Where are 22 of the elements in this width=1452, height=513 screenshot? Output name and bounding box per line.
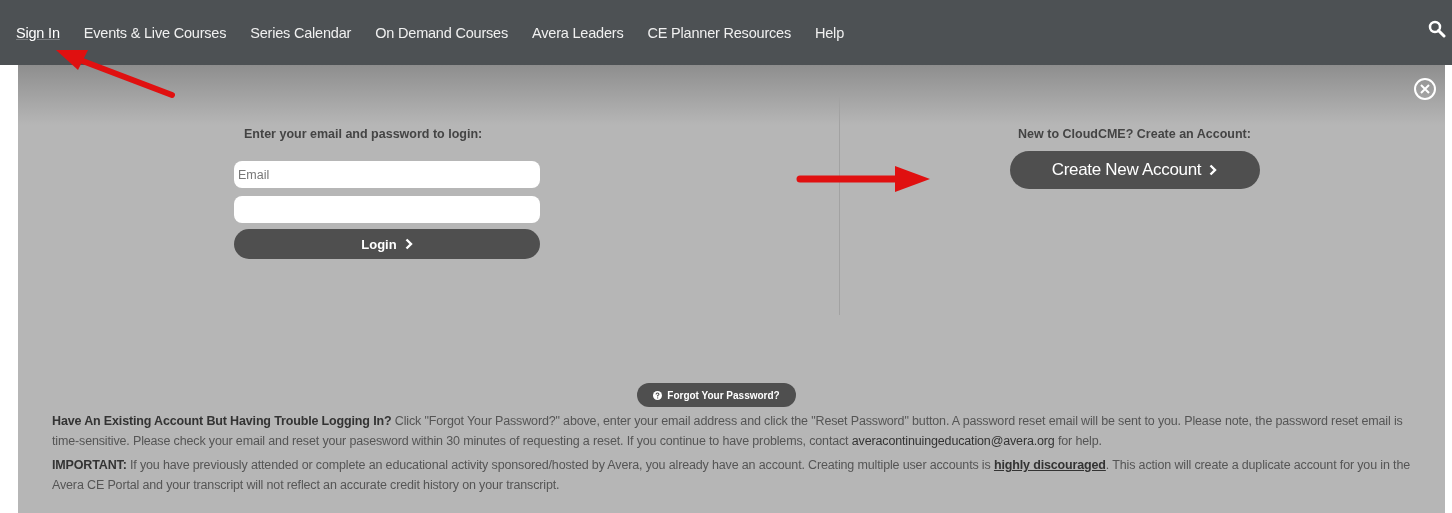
help-paragraph: Have An Existing Account But Having Trouble Logging In? Click "Forgot Your Password?" above, enter your email address and click the "Reset Password" button. A password reset email will be sent to you. Please note, the password reset email is time-sensitive. Please check your email and reset your pasesword within 30 minutes of requesting a reset. If you continue to have problems, contact averacontinuingeducation@avera.org for help. xyxy=(52,413,1404,450)
signup-heading: New to CloudCME? Create an Account: xyxy=(1018,127,1251,141)
search-icon[interactable] xyxy=(1428,20,1446,38)
nav-link[interactable]: Series Calendar xyxy=(250,20,352,45)
nav-link[interactable]: Sign In xyxy=(16,20,60,45)
password-field[interactable] xyxy=(234,196,540,223)
login-button[interactable]: Login xyxy=(234,229,540,259)
chevron-right-icon xyxy=(404,238,413,250)
nav-link[interactable]: CE Planner Resources xyxy=(647,20,791,45)
forgot-password-button[interactable]: Forgot Your Password? xyxy=(637,383,796,407)
nav-link[interactable]: On Demand Courses xyxy=(375,20,509,45)
create-account-button[interactable]: Create New Account xyxy=(1009,151,1260,189)
nav-link[interactable]: Help xyxy=(815,20,844,45)
important-paragraph: IMPORTANT: If you have previously attended or complete an educational activity sponsored/hosted by Avera, you already have an account. Creating multiple user accounts is highly discouraged. This action will create a duplicate account for you in the Avera CE Portal and your transcript will not reflect an accurate credit history on your transcript. xyxy=(52,457,1411,494)
email-field[interactable]: Email xyxy=(234,161,540,188)
question-icon xyxy=(653,390,663,400)
nav-link[interactable]: Events & Live Courses xyxy=(83,20,227,45)
nav-link[interactable]: Avera Leaders xyxy=(532,20,624,45)
close-icon[interactable] xyxy=(1413,77,1437,101)
login-heading: Enter your email and password to login: xyxy=(244,127,483,141)
chevron-right-icon xyxy=(1209,164,1218,176)
email-link[interactable]: averacontinuingeducation@avera.org xyxy=(851,434,1055,448)
